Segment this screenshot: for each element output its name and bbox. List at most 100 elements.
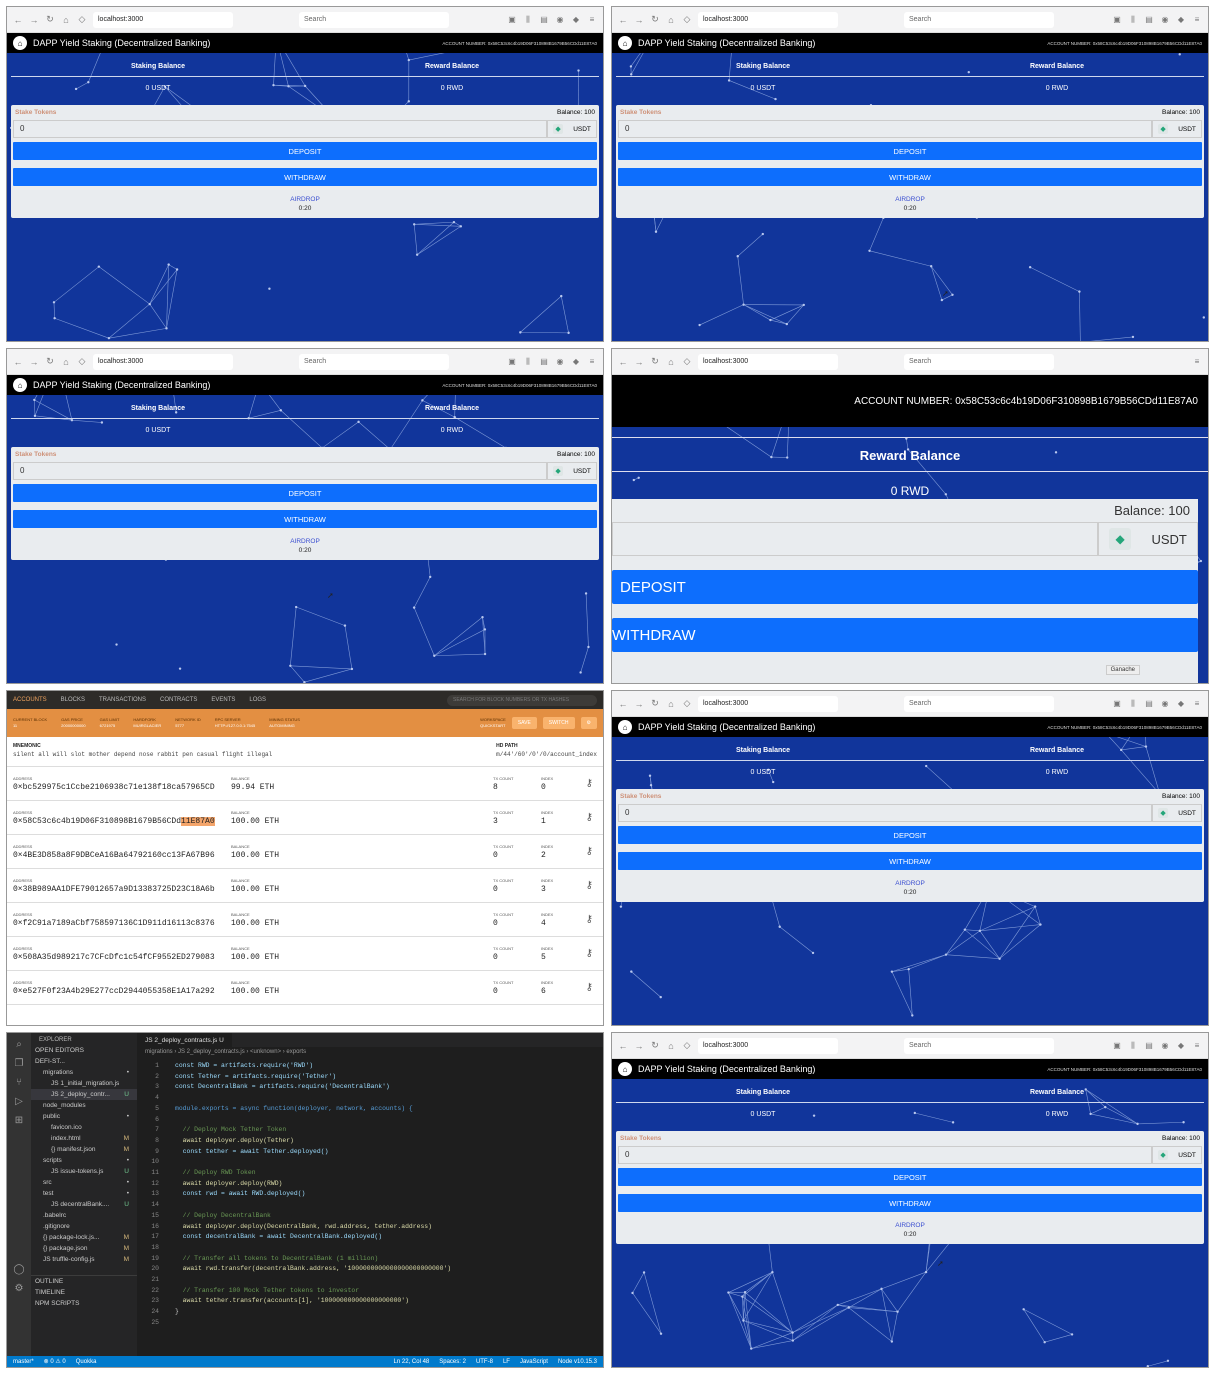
settings-gear-icon[interactable]: ⚙ <box>580 717 597 729</box>
reload-icon[interactable]: ↻ <box>650 1040 660 1051</box>
url-bar[interactable]: localhost:3000 <box>698 353 838 370</box>
file-tree-item[interactable]: {} package-lock.js... M <box>31 1232 137 1243</box>
library-icon[interactable]: ⫼ <box>1128 15 1138 25</box>
extensions-icon[interactable]: ⊞ <box>15 1115 23 1126</box>
file-tree-item[interactable]: index.html M <box>31 1133 137 1144</box>
file-tree-item[interactable]: JS truffle-config.js M <box>31 1254 137 1265</box>
sidebar-icon[interactable]: ▤ <box>1144 1041 1154 1050</box>
withdraw-button[interactable]: WITHDRAW <box>13 510 597 528</box>
shield-icon[interactable]: ◇ <box>682 698 692 709</box>
menu-icon[interactable]: ≡ <box>587 357 597 366</box>
back-icon[interactable]: ← <box>13 15 23 25</box>
line-ending[interactable]: LF <box>503 1359 510 1365</box>
reload-icon[interactable]: ↻ <box>45 14 55 25</box>
switch-button[interactable]: SWITCH <box>542 717 575 729</box>
home-icon[interactable]: ⌂ <box>666 699 676 709</box>
library-icon[interactable]: ⫼ <box>523 357 533 367</box>
npm-scripts-section[interactable]: NPM SCRIPTS <box>31 1298 137 1309</box>
home-icon[interactable]: ⌂ <box>666 357 676 367</box>
stake-amount-input[interactable]: 0 <box>618 1146 1152 1164</box>
url-bar[interactable]: localhost:3000 <box>698 695 838 712</box>
show-key-icon[interactable]: ⚷ <box>586 880 593 891</box>
cursor-position[interactable]: Ln 22, Col 48 <box>394 1359 430 1365</box>
file-tree-item[interactable]: migrations • <box>31 1067 137 1078</box>
pocket-icon[interactable]: ▣ <box>1112 15 1122 24</box>
search-box[interactable]: Search <box>904 1037 1054 1054</box>
extension-icon[interactable]: ◉ <box>1160 1041 1170 1050</box>
account-row[interactable]: ADDRESS 0×58C53c6c4b19D06F310898B1679B56C… <box>7 801 603 835</box>
reload-icon[interactable]: ↻ <box>650 14 660 25</box>
url-bar[interactable]: localhost:3000 <box>698 11 838 28</box>
sidebar-icon[interactable]: ▤ <box>539 15 549 24</box>
file-tree-item[interactable]: .gitignore <box>31 1221 137 1232</box>
file-tree-item[interactable]: JS decentralBank.... U <box>31 1199 137 1210</box>
menu-icon[interactable]: ≡ <box>1192 357 1202 366</box>
sidebar-icon[interactable]: ▤ <box>539 357 549 366</box>
file-tree-item[interactable]: .babelrc <box>31 1210 137 1221</box>
indentation[interactable]: Spaces: 2 <box>439 1359 466 1365</box>
pocket-icon[interactable]: ▣ <box>507 357 517 366</box>
forward-icon[interactable]: → <box>29 15 39 25</box>
explorer-icon[interactable]: ❐ <box>15 1058 24 1069</box>
deposit-button[interactable]: DEPOSIT <box>618 142 1202 160</box>
file-tree-item[interactable]: public • <box>31 1111 137 1122</box>
library-icon[interactable]: ⫼ <box>1128 699 1138 709</box>
account-row[interactable]: ADDRESS 0×508A35d989217c7CFcDfc1c54fCF955… <box>7 937 603 971</box>
account-row[interactable]: ADDRESS 0×e527F0f23A4b29E277ccD2944055358… <box>7 971 603 1005</box>
shield-icon[interactable]: ◇ <box>682 1040 692 1051</box>
settings-gear-icon[interactable]: ⚙ <box>15 1283 24 1294</box>
withdraw-button[interactable]: WITHDRAW <box>618 168 1202 186</box>
search-box[interactable]: Search <box>299 11 449 28</box>
show-key-icon[interactable]: ⚷ <box>586 846 593 857</box>
forward-icon[interactable]: → <box>29 357 39 367</box>
menu-icon[interactable]: ≡ <box>587 15 597 24</box>
withdraw-button[interactable]: WITHDRAW <box>618 1194 1202 1212</box>
extension-icon[interactable]: ◉ <box>1160 699 1170 708</box>
open-editors-section[interactable]: OPEN EDITORS <box>31 1045 137 1056</box>
reload-icon[interactable]: ↻ <box>650 356 660 367</box>
ganache-search[interactable]: SEARCH FOR BLOCK NUMBERS OR TX HASHES <box>447 694 597 706</box>
tab-logs[interactable]: LOGS <box>249 697 266 703</box>
deposit-button[interactable]: DEPOSIT <box>612 570 1198 604</box>
file-tree-item[interactable]: JS 1_initial_migration.js <box>31 1078 137 1089</box>
home-icon[interactable]: ⌂ <box>666 15 676 25</box>
shield-icon[interactable]: ◇ <box>77 356 87 367</box>
deposit-button[interactable]: DEPOSIT <box>13 484 597 502</box>
language-mode[interactable]: JavaScript <box>520 1359 548 1365</box>
account-row[interactable]: ADDRESS 0×4BE3D858a8F9DBCeA16Ba64792160cc… <box>7 835 603 869</box>
metamask-icon[interactable]: ◆ <box>571 15 581 24</box>
git-branch[interactable]: master* <box>13 1359 34 1365</box>
back-icon[interactable]: ← <box>618 15 628 25</box>
shield-icon[interactable]: ◇ <box>682 356 692 367</box>
back-icon[interactable]: ← <box>13 357 23 367</box>
show-key-icon[interactable]: ⚷ <box>586 982 593 993</box>
extension-icon[interactable]: ◉ <box>555 15 565 24</box>
search-box[interactable]: Search <box>904 11 1054 28</box>
code-editor[interactable]: 1 const RWD = artifacts.require('RWD') 2 co… <box>137 1059 603 1367</box>
sidebar-icon[interactable]: ▤ <box>1144 699 1154 708</box>
tab-events[interactable]: EVENTS <box>211 697 235 703</box>
stake-amount-input[interactable]: 0 <box>13 120 547 138</box>
forward-icon[interactable]: → <box>634 1041 644 1051</box>
home-icon[interactable]: ⌂ <box>666 1041 676 1051</box>
outline-section[interactable]: OUTLINE <box>31 1275 137 1287</box>
pocket-icon[interactable]: ▣ <box>1112 1041 1122 1050</box>
url-bar[interactable]: localhost:3000 <box>93 11 233 28</box>
pocket-icon[interactable]: ▣ <box>1112 699 1122 708</box>
save-button[interactable]: SAVE <box>511 717 537 729</box>
show-key-icon[interactable]: ⚷ <box>586 914 593 925</box>
url-bar[interactable]: localhost:3000 <box>698 1037 838 1054</box>
extension-icon[interactable]: ◉ <box>555 357 565 366</box>
account-icon[interactable]: ◯ <box>13 1264 24 1275</box>
reload-icon[interactable]: ↻ <box>650 698 660 709</box>
deposit-button[interactable]: DEPOSIT <box>13 142 597 160</box>
stake-amount-input[interactable] <box>612 522 1098 556</box>
file-tree-item[interactable]: node_modules <box>31 1100 137 1111</box>
deposit-button[interactable]: DEPOSIT <box>618 1168 1202 1186</box>
forward-icon[interactable]: → <box>634 699 644 709</box>
reload-icon[interactable]: ↻ <box>45 356 55 367</box>
file-tree-item[interactable]: JS issue-tokens.js U <box>31 1166 137 1177</box>
file-tree-item[interactable]: DEFI-ST... <box>31 1056 137 1067</box>
quokka-status[interactable]: Quokka <box>76 1359 97 1365</box>
show-key-icon[interactable]: ⚷ <box>586 812 593 823</box>
